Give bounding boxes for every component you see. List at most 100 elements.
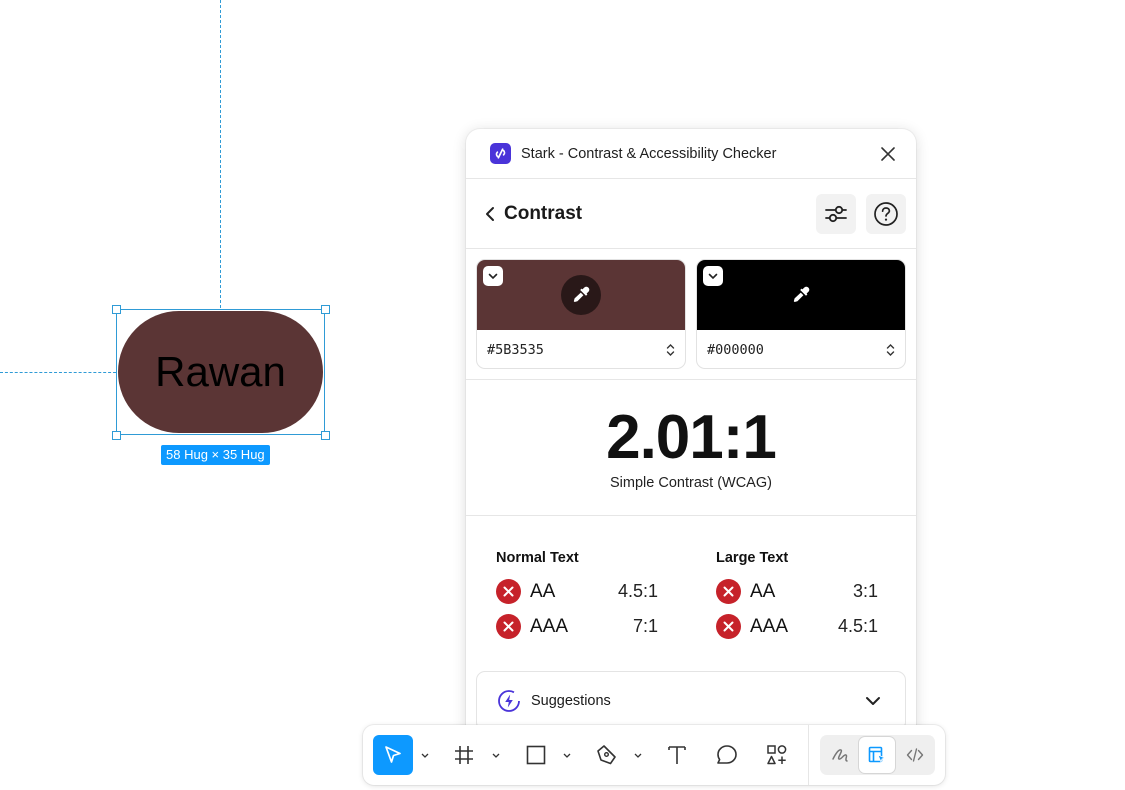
background-eyedropper-button[interactable] [781,275,821,315]
mode-switcher [820,735,935,775]
resize-handle-top-left[interactable] [112,305,121,314]
chevron-down-icon [488,273,498,279]
draw-icon [832,749,848,762]
settings-button[interactable] [816,193,856,234]
actions-tool[interactable] [757,735,797,775]
dev-mode-button[interactable] [897,737,933,773]
text-tool[interactable] [657,735,697,775]
close-icon [881,146,895,161]
resize-handle-top-right[interactable] [321,305,330,314]
chevron-down-icon [708,273,718,279]
chevron-down-icon [492,753,500,758]
level-label: AAA [530,615,569,637]
rectangle-tool[interactable] [516,735,556,775]
help-icon [874,201,898,226]
design-icon [868,746,887,764]
contrast-ratio-caption: Simple Contrast (WCAG) [610,474,772,491]
foreground-swatch[interactable] [477,260,685,330]
move-tool-caret[interactable] [419,749,431,761]
normal-aa-row: AA 4.5:1 [496,574,658,609]
pen-tool[interactable] [587,735,627,775]
design-mode-button[interactable] [859,737,895,773]
comment-tool[interactable] [707,735,747,775]
draw-mode-button[interactable] [822,737,858,773]
level-label: AA [750,580,776,602]
back-button[interactable]: Contrast [484,203,582,225]
move-tool[interactable] [373,735,413,775]
foreground-toggle[interactable] [483,266,503,286]
plugin-titlebar: Stark - Contrast & Accessibility Checker [466,129,916,179]
large-text-results: Large Text AA 3:1 AAA 4.5:1 [716,550,878,644]
chevron-down-icon [563,753,571,758]
stark-logo-icon [490,143,511,164]
size-label: 58 Hug × 35 Hug [161,445,270,465]
level-label: AA [530,580,556,602]
chevron-down-icon [421,753,429,758]
contrast-ratio-section: 2.01:1 Simple Contrast (WCAG) [466,380,916,516]
large-text-title: Large Text [716,550,789,566]
foreground-color-card: #5B3535 [476,259,686,369]
toolbar-divider [808,725,809,785]
section-title: Contrast [504,202,583,224]
requirement-value: 4.5:1 [837,616,878,636]
fail-icon [496,579,521,604]
normal-aaa-row: AAA 7:1 [496,609,658,644]
chevron-left-icon [486,206,494,221]
sliders-icon [825,205,847,222]
frame-icon [455,746,473,764]
normal-text-results: Normal Text AA 4.5:1 AAA 7:1 [496,550,658,644]
color-inputs: #5B3535 #000000 [466,249,916,380]
eyedropper-icon [793,286,810,302]
background-hex-value: #000000 [707,341,764,358]
stepper-icon[interactable] [666,343,675,357]
rectangle-icon [526,745,546,765]
pen-icon [597,745,616,765]
resize-handle-bottom-left[interactable] [112,431,121,440]
frame-tool-caret[interactable] [490,749,502,761]
large-aa-row: AA 3:1 [716,574,878,609]
background-toggle[interactable] [703,266,723,286]
background-color-card: #000000 [696,259,906,369]
fail-icon [496,614,521,639]
large-aaa-row: AAA 4.5:1 [716,609,878,644]
foreground-hex-field[interactable]: #5B3535 [477,330,685,368]
text-icon [668,746,686,764]
bottom-toolbar [363,725,945,785]
wcag-results: Normal Text AA 4.5:1 AAA 7:1 Large Text … [466,516,916,644]
lightning-icon [498,690,520,712]
rectangle-tool-caret[interactable] [561,749,573,761]
background-hex-field[interactable]: #000000 [697,330,905,368]
chevron-down-icon [634,753,642,758]
chevron-down-icon [866,697,880,705]
frame-tool[interactable] [444,735,484,775]
horizontal-guide-line [0,372,116,373]
actions-icon [767,745,787,765]
selection-box [116,309,325,435]
plugin-title: Stark - Contrast & Accessibility Checker [521,145,777,162]
background-swatch[interactable] [697,260,905,330]
foreground-eyedropper-button[interactable] [561,275,601,315]
code-icon [906,748,924,762]
level-label: AAA [750,615,789,637]
resize-handle-bottom-right[interactable] [321,431,330,440]
foreground-hex-value: #5B3535 [487,341,544,358]
help-button[interactable] [866,193,906,234]
requirement-value: 7:1 [632,616,658,636]
stepper-icon[interactable] [886,343,895,357]
fail-icon [716,579,741,604]
vertical-guide-line [220,0,221,308]
pen-tool-caret[interactable] [632,749,644,761]
eyedropper-icon [573,286,590,302]
requirement-value: 4.5:1 [617,581,658,601]
cursor-icon [385,746,401,763]
fail-icon [716,614,741,639]
suggestions-accordion[interactable]: Suggestions [476,671,906,731]
plugin-navbar: Contrast [466,179,916,249]
normal-text-title: Normal Text [496,550,579,566]
stark-plugin-panel: Stark - Contrast & Accessibility Checker… [466,129,916,741]
requirement-value: 3:1 [852,581,878,601]
comment-icon [717,745,737,764]
design-canvas[interactable]: Rawan 58 Hug × 35 Hug Stark - Contrast &… [0,0,1125,790]
close-button[interactable] [876,142,900,166]
suggestions-label: Suggestions [531,693,611,709]
